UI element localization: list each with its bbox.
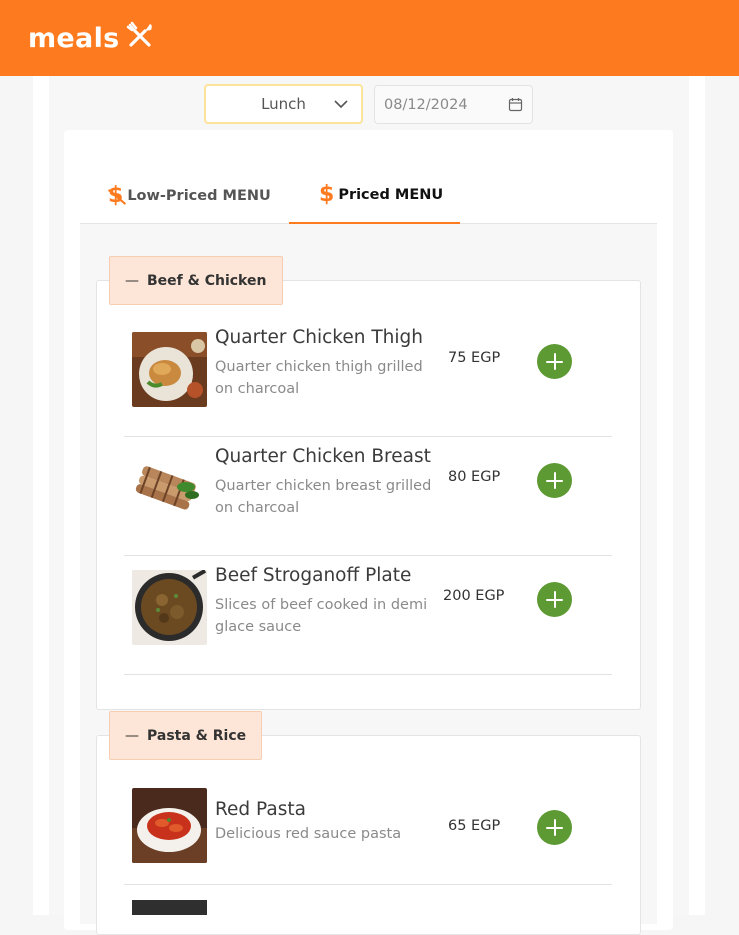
list-item: Red Pasta Delicious red sauce pasta 65 E… <box>124 766 612 885</box>
chevron-down-icon <box>334 100 348 109</box>
item-price: 200 EGP <box>443 588 505 604</box>
meal-type-select[interactable]: Lunch <box>204 84 363 124</box>
dollar-off-icon: $ <box>108 182 124 208</box>
date-field[interactable]: 08/12/2024 <box>374 85 533 124</box>
add-to-cart-button[interactable] <box>537 810 572 845</box>
item-image <box>132 900 207 915</box>
calendar-icon[interactable] <box>508 97 523 112</box>
item-name: Quarter Chicken Thigh <box>215 327 423 348</box>
collapse-icon: — <box>125 727 139 744</box>
item-price: 80 EGP <box>448 469 501 485</box>
tab-label: Priced MENU <box>338 186 444 203</box>
item-name: Quarter Chicken Breast <box>215 446 431 467</box>
fork-knife-icon <box>126 21 152 47</box>
app-logo[interactable]: meals <box>28 23 120 54</box>
category-header-pasta-rice[interactable]: — Pasta & Rice <box>109 711 262 760</box>
category-header-beef-chicken[interactable]: — Beef & Chicken <box>109 256 283 305</box>
menu-tabs: $ Low-Priced MENU $ Priced MENU <box>80 167 657 224</box>
tab-low-priced-menu[interactable]: $ Low-Priced MENU <box>108 167 271 224</box>
tab-label: Low-Priced MENU <box>127 187 271 204</box>
item-name: Red Pasta <box>215 799 306 820</box>
list-item: Quarter Chicken Thigh Quarter chicken th… <box>124 318 612 437</box>
date-value: 08/12/2024 <box>384 96 468 113</box>
top-bar: meals <box>0 0 739 76</box>
item-image <box>132 451 207 526</box>
list-item: Beef Stroganoff Plate Slices of beef coo… <box>124 556 612 675</box>
item-image <box>132 788 207 863</box>
item-name: Beef Stroganoff Plate <box>215 565 412 586</box>
item-price: 75 EGP <box>448 350 501 366</box>
item-description: Quarter chicken thigh grilled on charcoa… <box>215 359 423 397</box>
item-description: Slices of beef cooked in demi glace sauc… <box>215 597 428 635</box>
item-image <box>132 570 207 645</box>
meal-type-value: Lunch <box>261 95 306 113</box>
category-title: Beef & Chicken <box>147 272 267 289</box>
category-title: Pasta & Rice <box>147 727 247 744</box>
list-item: Quarter Chicken Breast Quarter chicken b… <box>124 437 612 556</box>
collapse-icon: — <box>125 272 139 289</box>
add-to-cart-button[interactable] <box>537 344 572 379</box>
add-to-cart-button[interactable] <box>537 463 572 498</box>
item-price: 65 EGP <box>448 818 501 834</box>
item-description: Delicious red sauce pasta <box>215 826 402 842</box>
tab-priced-menu[interactable]: $ Priced MENU <box>289 167 460 224</box>
item-image <box>132 332 207 407</box>
add-to-cart-button[interactable] <box>537 582 572 617</box>
item-description: Quarter chicken breast grilled on charco… <box>215 478 432 516</box>
dollar-icon: $ <box>319 181 335 207</box>
